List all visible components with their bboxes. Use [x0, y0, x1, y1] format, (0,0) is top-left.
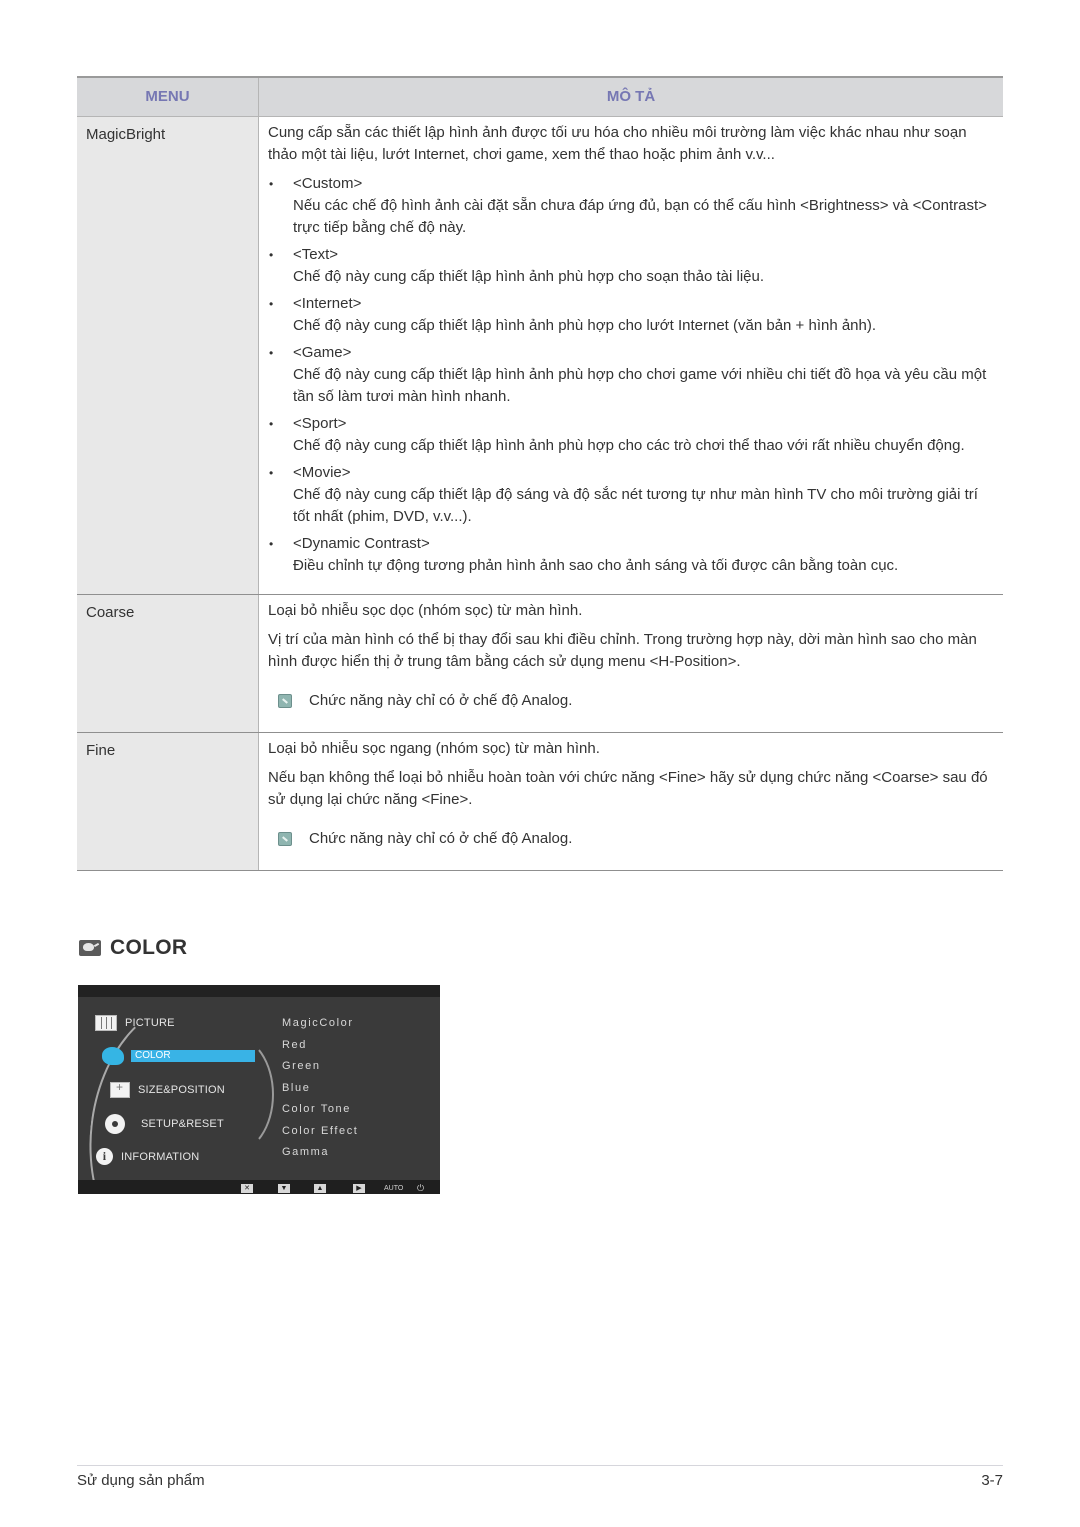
- osd-screenshot: PICTURE COLOR SIZE&POSITION SETUP&RESET …: [78, 985, 440, 1194]
- row-name: Coarse: [77, 594, 259, 733]
- note-text: Chức năng này chỉ có ở chế độ Analog.: [309, 830, 573, 847]
- mode-text: Chế độ này cung cấp thiết lập độ sáng và…: [293, 486, 978, 525]
- mode-text: Điều chỉnh tự động tương phản hình ảnh s…: [293, 557, 899, 574]
- osd-menu-label: PICTURE: [125, 1017, 175, 1029]
- row-description: Loại bỏ nhiễu sọc dọc (nhóm sọc) từ màn …: [258, 594, 1003, 733]
- note-pencil-icon: [278, 694, 292, 708]
- osd-top-bar: [78, 985, 440, 997]
- osd-menu-setup-reset[interactable]: SETUP&RESET: [105, 1114, 224, 1134]
- auto-button[interactable]: AUTO: [384, 1184, 403, 1193]
- osd-menu-size-position[interactable]: SIZE&POSITION: [110, 1080, 225, 1098]
- list-item: • <Internet> Chế độ này cung cấp thiết lập…: [268, 293, 991, 337]
- mode-text: Chế độ này cung cấp thiết lập hình ảnh p…: [293, 317, 877, 334]
- osd-submenu-item[interactable]: Color Effect: [282, 1125, 358, 1147]
- list-item: • <Text> Chế độ này cung cấp thiết lập hìn…: [268, 244, 991, 288]
- osd-menu-information[interactable]: i INFORMATION: [96, 1148, 199, 1165]
- gear-icon: [105, 1114, 125, 1134]
- description-para: Nếu bạn không thể loại bỏ nhiễu hoàn toà…: [268, 769, 988, 808]
- osd-menu-color[interactable]: [102, 1047, 132, 1065]
- osd-menu-label: SETUP&RESET: [141, 1118, 224, 1130]
- mode-text: Chế độ này cung cấp thiết lập hình ảnh p…: [293, 366, 987, 405]
- page-number: 3-7: [981, 1472, 1003, 1489]
- osd-menu-label: COLOR: [135, 1050, 171, 1061]
- note: Chức năng này chỉ có ở chế độ Analog.: [278, 828, 991, 850]
- osd-submenu-item[interactable]: MagicColor: [282, 1017, 358, 1039]
- osd-menu-label: INFORMATION: [121, 1150, 200, 1163]
- list-item: • <Game> Chế độ này cung cấp thiết lập hìn…: [268, 342, 991, 408]
- row-description: Loại bỏ nhiễu sọc ngang (nhóm sọc) từ mà…: [258, 732, 1003, 871]
- osd-submenu-item[interactable]: Blue: [282, 1082, 358, 1104]
- row-name: MagicBright: [77, 116, 259, 595]
- enter-button-icon[interactable]: ▶: [353, 1184, 365, 1193]
- mode-title: <Game>: [293, 344, 352, 361]
- list-item: • <Movie> Chế độ này cung cấp thiết lập độ…: [268, 462, 991, 528]
- mode-text: Chế độ này cung cấp thiết lập hình ảnh p…: [293, 437, 965, 454]
- description-para: Vị trí của màn hình có thể bị thay đổi s…: [268, 631, 977, 670]
- info-icon: i: [96, 1148, 113, 1165]
- bullet-icon: •: [269, 537, 274, 551]
- note-pencil-icon: [278, 832, 292, 846]
- description-intro: Cung cấp sẵn các thiết lập hình ảnh được…: [268, 124, 967, 163]
- table-row-magicbright: MagicBright Cung cấp sẵn các thiết lập h…: [77, 116, 1003, 595]
- mode-title: <Custom>: [293, 175, 363, 192]
- section-heading: COLOR: [79, 936, 187, 960]
- osd-menu-picture[interactable]: PICTURE: [95, 1015, 175, 1031]
- power-icon[interactable]: ⏻: [417, 1184, 424, 1193]
- menu-description-table: MENU MÔ TẢ MagicBright Cung cấp sẵn các …: [77, 76, 1003, 871]
- bullet-icon: •: [269, 466, 274, 480]
- table-row-fine: Fine Loại bỏ nhiễu sọc ngang (nhóm sọc) …: [77, 732, 1003, 871]
- mode-list: • <Custom> Nếu các chế độ hình ảnh cài đặt…: [268, 173, 991, 577]
- bullet-icon: •: [269, 248, 274, 262]
- mode-title: <Text>: [293, 246, 339, 263]
- header-menu: MENU: [77, 76, 259, 117]
- osd-submenu: MagicColor Red Green Blue Color Tone Col…: [282, 1017, 358, 1168]
- note: Chức năng này chỉ có ở chế độ Analog.: [278, 690, 991, 712]
- up-button-icon[interactable]: ▲: [314, 1184, 326, 1193]
- list-item: • <Sport> Chế độ này cung cấp thiết lập hì…: [268, 413, 991, 457]
- row-name: Fine: [77, 732, 259, 871]
- mode-title: <Internet>: [293, 295, 362, 312]
- osd-submenu-item[interactable]: Gamma: [282, 1146, 358, 1168]
- color-palette-icon: [79, 940, 101, 956]
- mode-text: Nếu các chế độ hình ảnh cài đặt sẵn chưa…: [293, 197, 987, 236]
- picture-icon: [95, 1015, 117, 1031]
- table-header-row: MENU MÔ TẢ: [77, 76, 1003, 117]
- osd-submenu-item[interactable]: Red: [282, 1039, 358, 1061]
- table-row-coarse: Coarse Loại bỏ nhiễu sọc dọc (nhóm sọc) …: [77, 594, 1003, 733]
- footer-section-name: Sử dụng sản phẩm: [77, 1472, 205, 1489]
- osd-menu-label: SIZE&POSITION: [138, 1084, 225, 1096]
- mode-title: <Movie>: [293, 464, 351, 481]
- mode-title: <Dynamic Contrast>: [293, 535, 430, 552]
- list-item: • <Dynamic Contrast> Điều chỉnh tự động tư…: [268, 533, 991, 577]
- bullet-icon: •: [269, 297, 274, 311]
- bullet-icon: •: [269, 346, 274, 360]
- mode-text: Chế độ này cung cấp thiết lập hình ảnh p…: [293, 268, 765, 285]
- row-description: Cung cấp sẵn các thiết lập hình ảnh được…: [258, 116, 1003, 595]
- bullet-icon: •: [269, 417, 274, 431]
- note-text: Chức năng này chỉ có ở chế độ Analog.: [309, 692, 573, 709]
- color-palette-icon: [102, 1047, 124, 1065]
- footer-divider: [77, 1465, 1003, 1466]
- description-para: Loại bỏ nhiễu sọc ngang (nhóm sọc) từ mà…: [268, 740, 600, 757]
- osd-button-bar: ✕ ▼ ▲ ▶ AUTO ⏻: [78, 1180, 440, 1194]
- description-para: Loại bỏ nhiễu sọc dọc (nhóm sọc) từ màn …: [268, 602, 583, 619]
- mode-title: <Sport>: [293, 415, 347, 432]
- osd-submenu-item[interactable]: Green: [282, 1060, 358, 1082]
- osd-submenu-item[interactable]: Color Tone: [282, 1103, 358, 1125]
- exit-button-icon[interactable]: ✕: [241, 1184, 253, 1193]
- section-title: COLOR: [110, 936, 188, 959]
- header-description: MÔ TẢ: [258, 76, 1003, 117]
- down-button-icon[interactable]: ▼: [278, 1184, 290, 1193]
- bullet-icon: •: [269, 177, 274, 191]
- list-item: • <Custom> Nếu các chế độ hình ảnh cài đặt…: [268, 173, 991, 239]
- osd-selected-item[interactable]: COLOR: [131, 1050, 255, 1062]
- size-position-icon: [110, 1080, 130, 1098]
